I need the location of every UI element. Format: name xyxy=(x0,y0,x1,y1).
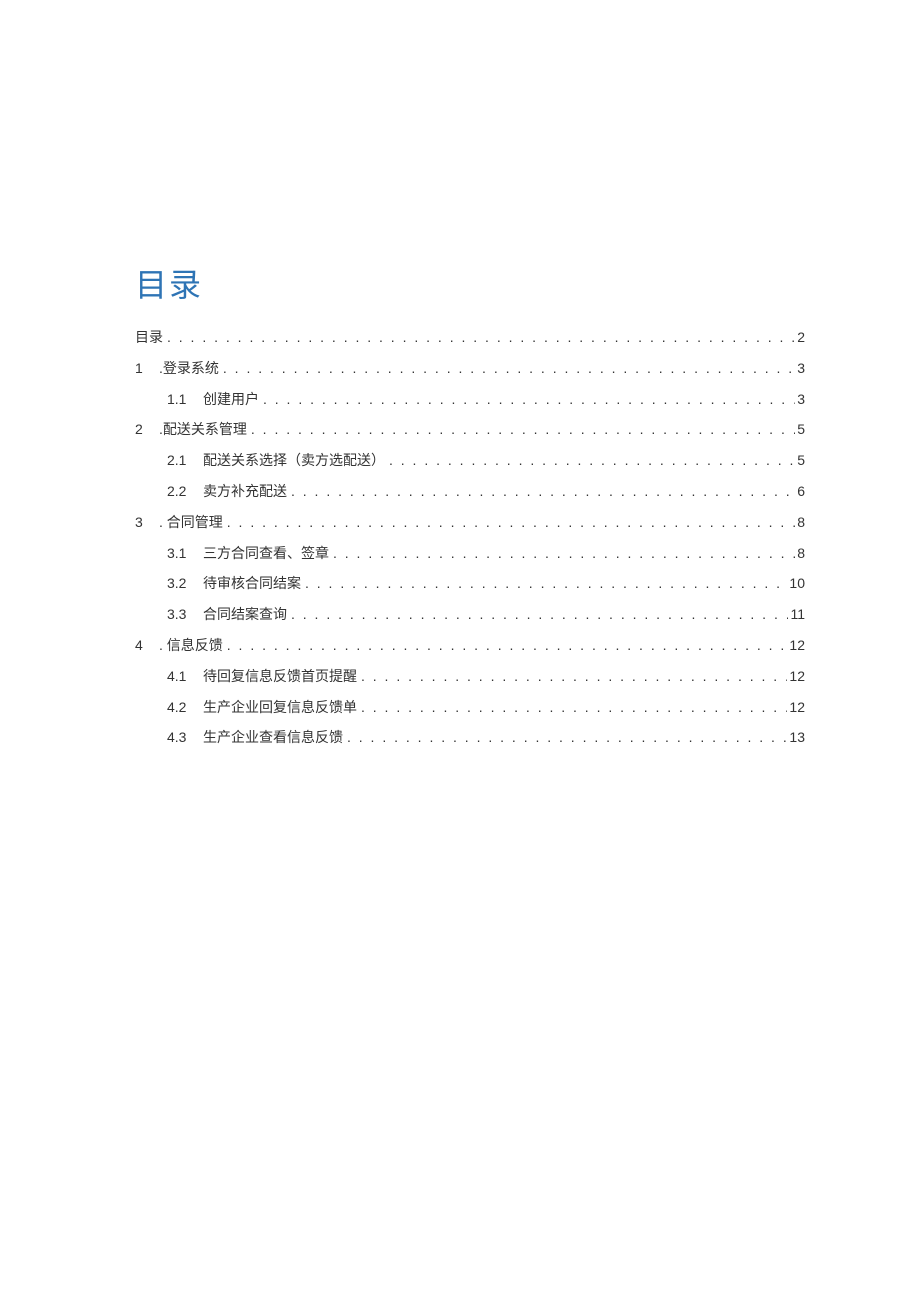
toc-leader-dots xyxy=(223,634,788,658)
toc-entry-label: . 合同管理 xyxy=(159,511,223,535)
toc-entry[interactable]: 3.3合同结案查询 11 xyxy=(135,603,805,627)
toc-entry-page: 10 xyxy=(787,572,805,596)
toc-entry[interactable]: 4.2生产企业回复信息反馈单 12 xyxy=(135,696,805,720)
toc-leader-dots xyxy=(357,665,787,689)
toc-entry-page: 8 xyxy=(795,511,805,535)
toc-entry-page: 12 xyxy=(787,665,805,689)
toc-entry-label: 合同结案查询 xyxy=(203,603,287,627)
toc-entry-label: 创建用户 xyxy=(203,388,259,412)
toc-entry-page: 3 xyxy=(795,388,805,412)
toc-entry-number: 4.3 xyxy=(167,726,203,750)
toc-entry[interactable]: 1.1创建用户 3 xyxy=(135,388,805,412)
toc-entry-label: 待回复信息反馈首页提醒 xyxy=(203,665,357,689)
toc-entry-page: 12 xyxy=(787,634,805,658)
toc-leader-dots xyxy=(287,480,795,504)
toc-title: 目录 xyxy=(135,260,805,306)
toc-entry-number: 3.3 xyxy=(167,603,203,627)
toc-entry-label: 生产企业查看信息反馈 xyxy=(203,726,343,750)
toc-leader-dots xyxy=(163,326,795,350)
toc-leader-dots xyxy=(287,603,788,627)
toc-leader-dots xyxy=(259,388,795,412)
toc-leader-dots xyxy=(357,696,787,720)
toc-entry-label: .配送关系管理 xyxy=(159,418,247,442)
toc-entry-page: 3 xyxy=(795,357,805,381)
toc-entry[interactable]: 2.2卖方补充配送 6 xyxy=(135,480,805,504)
toc-entry-page: 8 xyxy=(795,542,805,566)
toc-entry[interactable]: 目录 2 xyxy=(135,326,805,350)
toc-entry-label: 卖方补充配送 xyxy=(203,480,287,504)
toc-entry-label: 三方合同查看、签章 xyxy=(203,542,329,566)
toc-entry-number: 2.2 xyxy=(167,480,203,504)
toc-entry-label: 目录 xyxy=(135,326,163,350)
toc-entry-number: 3.2 xyxy=(167,572,203,596)
toc-entry-page: 6 xyxy=(795,480,805,504)
toc-entry[interactable]: 3.2待审核合同结案 10 xyxy=(135,572,805,596)
toc-entry-number: 1 xyxy=(135,357,159,381)
toc-leader-dots xyxy=(343,726,787,750)
toc-leader-dots xyxy=(223,511,795,535)
toc-entry-number: 4.2 xyxy=(167,696,203,720)
toc-entry-number: 2 xyxy=(135,418,159,442)
toc-leader-dots xyxy=(385,449,795,473)
toc-entry[interactable]: 2.配送关系管理 5 xyxy=(135,418,805,442)
toc-entry[interactable]: 3. 合同管理 8 xyxy=(135,511,805,535)
toc-entry-number: 3 xyxy=(135,511,159,535)
toc-entry-label: 待审核合同结案 xyxy=(203,572,301,596)
toc-entry-page: 12 xyxy=(787,696,805,720)
toc-entry-number: 4 xyxy=(135,634,159,658)
toc-entry-label: . 信息反馈 xyxy=(159,634,223,658)
toc-container: 目录21.登录系统31.1创建用户32.配送关系管理52.1配送关系选择（卖方选… xyxy=(135,326,805,750)
toc-entry-number: 3.1 xyxy=(167,542,203,566)
toc-entry-label: 配送关系选择（卖方选配送） xyxy=(203,449,385,473)
toc-entry[interactable]: 4.3生产企业查看信息反馈 13 xyxy=(135,726,805,750)
toc-entry-page: 13 xyxy=(787,726,805,750)
toc-entry-page: 2 xyxy=(795,326,805,350)
toc-entry-label: .登录系统 xyxy=(159,357,219,381)
toc-entry-label: 生产企业回复信息反馈单 xyxy=(203,696,357,720)
toc-entry[interactable]: 2.1配送关系选择（卖方选配送） 5 xyxy=(135,449,805,473)
toc-entry-page: 11 xyxy=(788,603,805,627)
toc-entry-number: 4.1 xyxy=(167,665,203,689)
toc-entry[interactable]: 1.登录系统 3 xyxy=(135,357,805,381)
toc-entry[interactable]: 3.1三方合同查看、签章 8 xyxy=(135,542,805,566)
toc-entry-number: 1.1 xyxy=(167,388,203,412)
toc-entry-page: 5 xyxy=(795,418,805,442)
toc-leader-dots xyxy=(329,542,795,566)
toc-entry[interactable]: 4.1待回复信息反馈首页提醒 12 xyxy=(135,665,805,689)
toc-entry[interactable]: 4. 信息反馈 12 xyxy=(135,634,805,658)
toc-entry-page: 5 xyxy=(795,449,805,473)
toc-leader-dots xyxy=(247,418,795,442)
toc-leader-dots xyxy=(301,572,787,596)
toc-entry-number: 2.1 xyxy=(167,449,203,473)
toc-leader-dots xyxy=(219,357,795,381)
